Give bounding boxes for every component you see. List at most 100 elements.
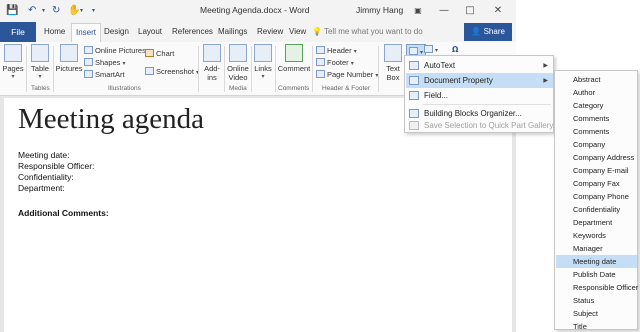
menu-item-save-selection: Save Selection to Quick Part Gallery... [406, 118, 559, 133]
screenshot-label: Screenshot [156, 67, 194, 76]
tab-view[interactable]: View [289, 25, 306, 39]
video-icon [229, 44, 247, 62]
menu-item-autotext[interactable]: AutoText ▶ [406, 58, 553, 73]
group-divider [198, 46, 199, 92]
property-company-fax[interactable]: Company Fax [556, 177, 637, 190]
tab-mailings[interactable]: Mailings [218, 25, 247, 39]
touch-mode-icon[interactable]: ✋ [68, 4, 80, 18]
online-pictures-button[interactable]: Online Pictures [84, 45, 146, 56]
department-line: Department: [18, 183, 65, 193]
responsible-officer-line: Responsible Officer: [18, 161, 95, 171]
property-keywords[interactable]: Keywords [556, 229, 637, 242]
property-company-email[interactable]: Company E-mail [556, 164, 637, 177]
menu-item-document-property[interactable]: Document Property ▶ [406, 73, 553, 88]
property-title[interactable]: Title [556, 320, 637, 332]
ribbon-display-icon[interactable]: ▣ [410, 3, 426, 19]
property-company-address[interactable]: Company Address [556, 151, 637, 164]
property-status[interactable]: Status [556, 294, 637, 307]
property-responsible-officer[interactable]: Responsible Officer [556, 281, 638, 294]
group-divider [378, 46, 379, 92]
property-meeting-date[interactable]: Meeting date [556, 255, 637, 268]
tell-me-box[interactable]: 💡 Tell me what you want to do [312, 25, 423, 39]
tab-design[interactable]: Design [104, 25, 129, 39]
title-bar: 💾 ↶ ▾ ↻ ✋ ▾ ▾ Meeting Agenda.docx - Word… [0, 0, 516, 22]
pages-label: Pages [2, 64, 24, 73]
header-icon [316, 46, 325, 54]
group-divider [275, 46, 276, 92]
comment-button[interactable]: Comment [277, 44, 311, 73]
page-number-button[interactable]: Page Number ▾ [316, 69, 378, 82]
smartart-button[interactable]: SmartArt [84, 69, 125, 80]
word-window: 💾 ↶ ▾ ↻ ✋ ▾ ▾ Meeting Agenda.docx - Word… [0, 0, 516, 332]
addins-label: Add-ins [204, 64, 220, 82]
links-button[interactable]: Links ▾ [253, 44, 273, 82]
autotext-icon [409, 61, 419, 70]
footer-icon [316, 58, 325, 66]
tab-layout[interactable]: Layout [138, 25, 162, 39]
document-property-submenu: Abstract Author Category Comments Commen… [554, 70, 638, 332]
property-department[interactable]: Department [556, 216, 637, 229]
tab-home[interactable]: Home [44, 25, 65, 39]
screenshot-button[interactable]: Screenshot ▾ [145, 66, 199, 79]
field-icon [409, 91, 419, 100]
table-label: Table [31, 64, 49, 73]
tell-me-text: Tell me what you want to do [323, 27, 423, 36]
tab-file[interactable]: File [0, 22, 36, 42]
tab-references[interactable]: References [172, 25, 213, 39]
property-publish-date[interactable]: Publish Date [556, 268, 637, 281]
maximize-icon[interactable]: □ [462, 3, 478, 19]
text-box-icon [384, 44, 402, 62]
share-button[interactable]: 👤 Share [464, 23, 512, 41]
page-number-label: Page Number [327, 70, 374, 79]
link-icon [254, 44, 272, 62]
footer-label: Footer [327, 58, 349, 67]
pages-button[interactable]: Pages ▾ [2, 44, 24, 82]
tab-review[interactable]: Review [257, 25, 283, 39]
property-author[interactable]: Author [556, 86, 637, 99]
property-subject[interactable]: Subject [556, 307, 637, 320]
text-box-button[interactable]: Text Box [381, 44, 405, 82]
minimize-icon[interactable]: — [436, 3, 452, 19]
touch-dropdown-icon[interactable]: ▾ [80, 4, 83, 18]
online-pictures-label: Online Pictures [95, 46, 146, 55]
confidentiality-line: Confidentiality: [18, 172, 74, 182]
property-comments-2[interactable]: Comments [556, 125, 637, 138]
chart-button[interactable]: Chart [145, 48, 174, 59]
pages-icon [4, 44, 22, 62]
property-comments[interactable]: Comments [556, 112, 637, 125]
save-icon[interactable]: 💾 [6, 4, 18, 18]
group-divider [251, 46, 252, 92]
symbols-icon[interactable]: Ω [452, 44, 458, 55]
tab-insert[interactable]: Insert [71, 23, 102, 42]
table-button[interactable]: Table ▾ [29, 44, 51, 82]
property-abstract[interactable]: Abstract [556, 73, 637, 86]
shapes-label: Shapes [95, 58, 121, 67]
property-company[interactable]: Company [556, 138, 637, 151]
undo-icon[interactable]: ↶ [28, 4, 36, 18]
menu-item-label: AutoText [424, 61, 456, 70]
close-icon[interactable]: ✕ [490, 3, 506, 19]
group-divider [26, 46, 27, 92]
addins-button[interactable]: Add-ins [201, 44, 223, 82]
person-icon: 👤 [471, 27, 484, 36]
redo-icon[interactable]: ↻ [52, 4, 60, 18]
document-page[interactable]: Meeting agenda Meeting date: Responsible… [4, 98, 512, 332]
share-label: Share [483, 27, 505, 36]
table-icon [31, 44, 49, 62]
undo-dropdown-icon[interactable]: ▾ [42, 4, 45, 18]
property-category[interactable]: Category [556, 99, 637, 112]
wordart-icon [424, 45, 433, 53]
pictures-button[interactable]: Pictures [55, 44, 83, 73]
shapes-icon [84, 58, 93, 66]
additional-comments-line: Additional Comments: [18, 208, 109, 218]
property-manager[interactable]: Manager [556, 242, 637, 255]
property-confidentiality[interactable]: Confidentiality [556, 203, 637, 216]
submenu-arrow-icon: ▶ [543, 62, 548, 69]
quick-parts-menu: AutoText ▶ Document Property ▶ Field... Bu… [404, 55, 559, 133]
property-company-phone[interactable]: Company Phone [556, 190, 637, 203]
online-video-button[interactable]: Online Video [226, 44, 250, 82]
submenu-arrow-icon: ▶ [543, 77, 548, 84]
user-name[interactable]: Jimmy Hang [356, 5, 403, 15]
menu-item-field[interactable]: Field... [406, 88, 553, 103]
customize-icon[interactable]: ▾ [92, 4, 95, 18]
